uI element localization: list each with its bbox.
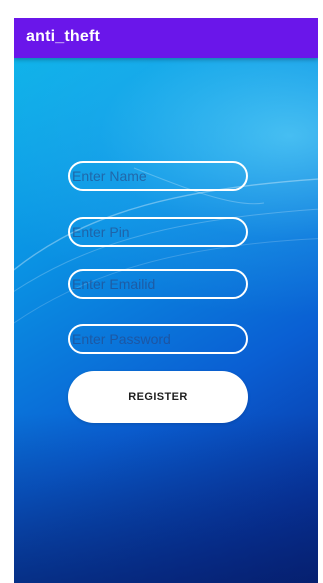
name-input[interactable] <box>70 163 246 189</box>
password-input[interactable] <box>70 326 246 352</box>
email-field[interactable] <box>68 269 248 299</box>
app-title: anti_theft <box>26 28 100 45</box>
register-button[interactable]: REGISTER <box>68 371 248 423</box>
name-field[interactable] <box>68 161 248 191</box>
app-bar: anti_theft <box>14 18 318 58</box>
pin-field[interactable] <box>68 217 248 247</box>
password-field[interactable] <box>68 324 248 354</box>
email-input[interactable] <box>70 271 246 297</box>
app-screen: anti_theft REGISTER <box>14 18 318 583</box>
pin-input[interactable] <box>70 219 246 245</box>
